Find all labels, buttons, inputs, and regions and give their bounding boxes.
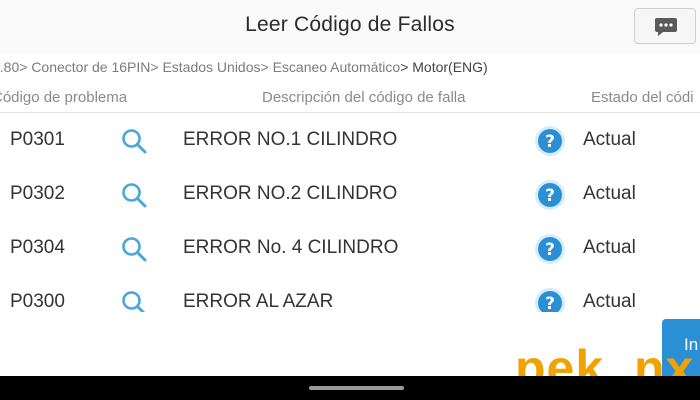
breadcrumb-current: > Motor(ENG)	[400, 59, 488, 75]
fault-status: Actual	[583, 129, 636, 150]
help-icon[interactable]: ?	[534, 179, 566, 211]
system-nav-bar	[0, 376, 700, 400]
svg-text:?: ?	[545, 132, 555, 152]
table-row[interactable]: P0300 ERROR AL AZAR ? Actual	[0, 275, 700, 312]
fault-description: ERROR No. 4 CILINDRO	[183, 237, 399, 258]
search-icon[interactable]	[120, 181, 148, 209]
fault-status: Actual	[583, 183, 636, 204]
header-bar: Leer Código de Fallos	[0, 0, 700, 54]
column-header-description: Descripción del código de falla	[262, 89, 466, 106]
chat-bubble-icon	[655, 18, 677, 36]
fault-status: Actual	[583, 237, 636, 258]
fault-description: ERROR AL AZAR	[183, 291, 334, 312]
search-icon[interactable]	[120, 127, 148, 155]
table-row[interactable]: P0302 ERROR NO.2 CILINDRO ? Actual	[0, 167, 700, 221]
help-icon[interactable]: ?	[534, 125, 566, 157]
table-row[interactable]: P0301 ERROR NO.1 CILINDRO ? Actual	[0, 113, 700, 167]
fault-description: ERROR NO.2 CILINDRO	[183, 183, 398, 204]
page-title: Leer Código de Fallos	[245, 13, 455, 36]
fault-code: P0302	[10, 183, 65, 204]
breadcrumb-path[interactable]: 2.80> Conector de 16PIN> Estados Unidos>…	[0, 59, 400, 75]
column-header-status: Estado del códi	[591, 89, 694, 106]
fault-description: ERROR NO.1 CILINDRO	[183, 129, 398, 150]
fault-status: Actual	[583, 291, 636, 312]
fault-code-list[interactable]: P0301 ERROR NO.1 CILINDRO ? Actual P0302…	[0, 113, 700, 312]
fault-code: P0300	[10, 291, 65, 312]
home-indicator[interactable]	[309, 386, 404, 390]
breadcrumb: 2.80> Conector de 16PIN> Estados Unidos>…	[0, 59, 488, 77]
help-icon[interactable]: ?	[534, 287, 566, 312]
fault-code: P0301	[10, 129, 65, 150]
fault-code: P0304	[10, 237, 65, 258]
search-icon[interactable]	[120, 235, 148, 263]
table-row[interactable]: P0304 ERROR No. 4 CILINDRO ? Actual	[0, 221, 700, 275]
column-header-code: Código de problema	[0, 89, 128, 106]
svg-text:?: ?	[545, 240, 555, 260]
search-icon[interactable]	[120, 289, 148, 312]
message-button[interactable]	[634, 8, 696, 44]
svg-text:?: ?	[545, 294, 555, 312]
help-icon[interactable]: ?	[534, 233, 566, 265]
svg-text:?: ?	[545, 186, 555, 206]
